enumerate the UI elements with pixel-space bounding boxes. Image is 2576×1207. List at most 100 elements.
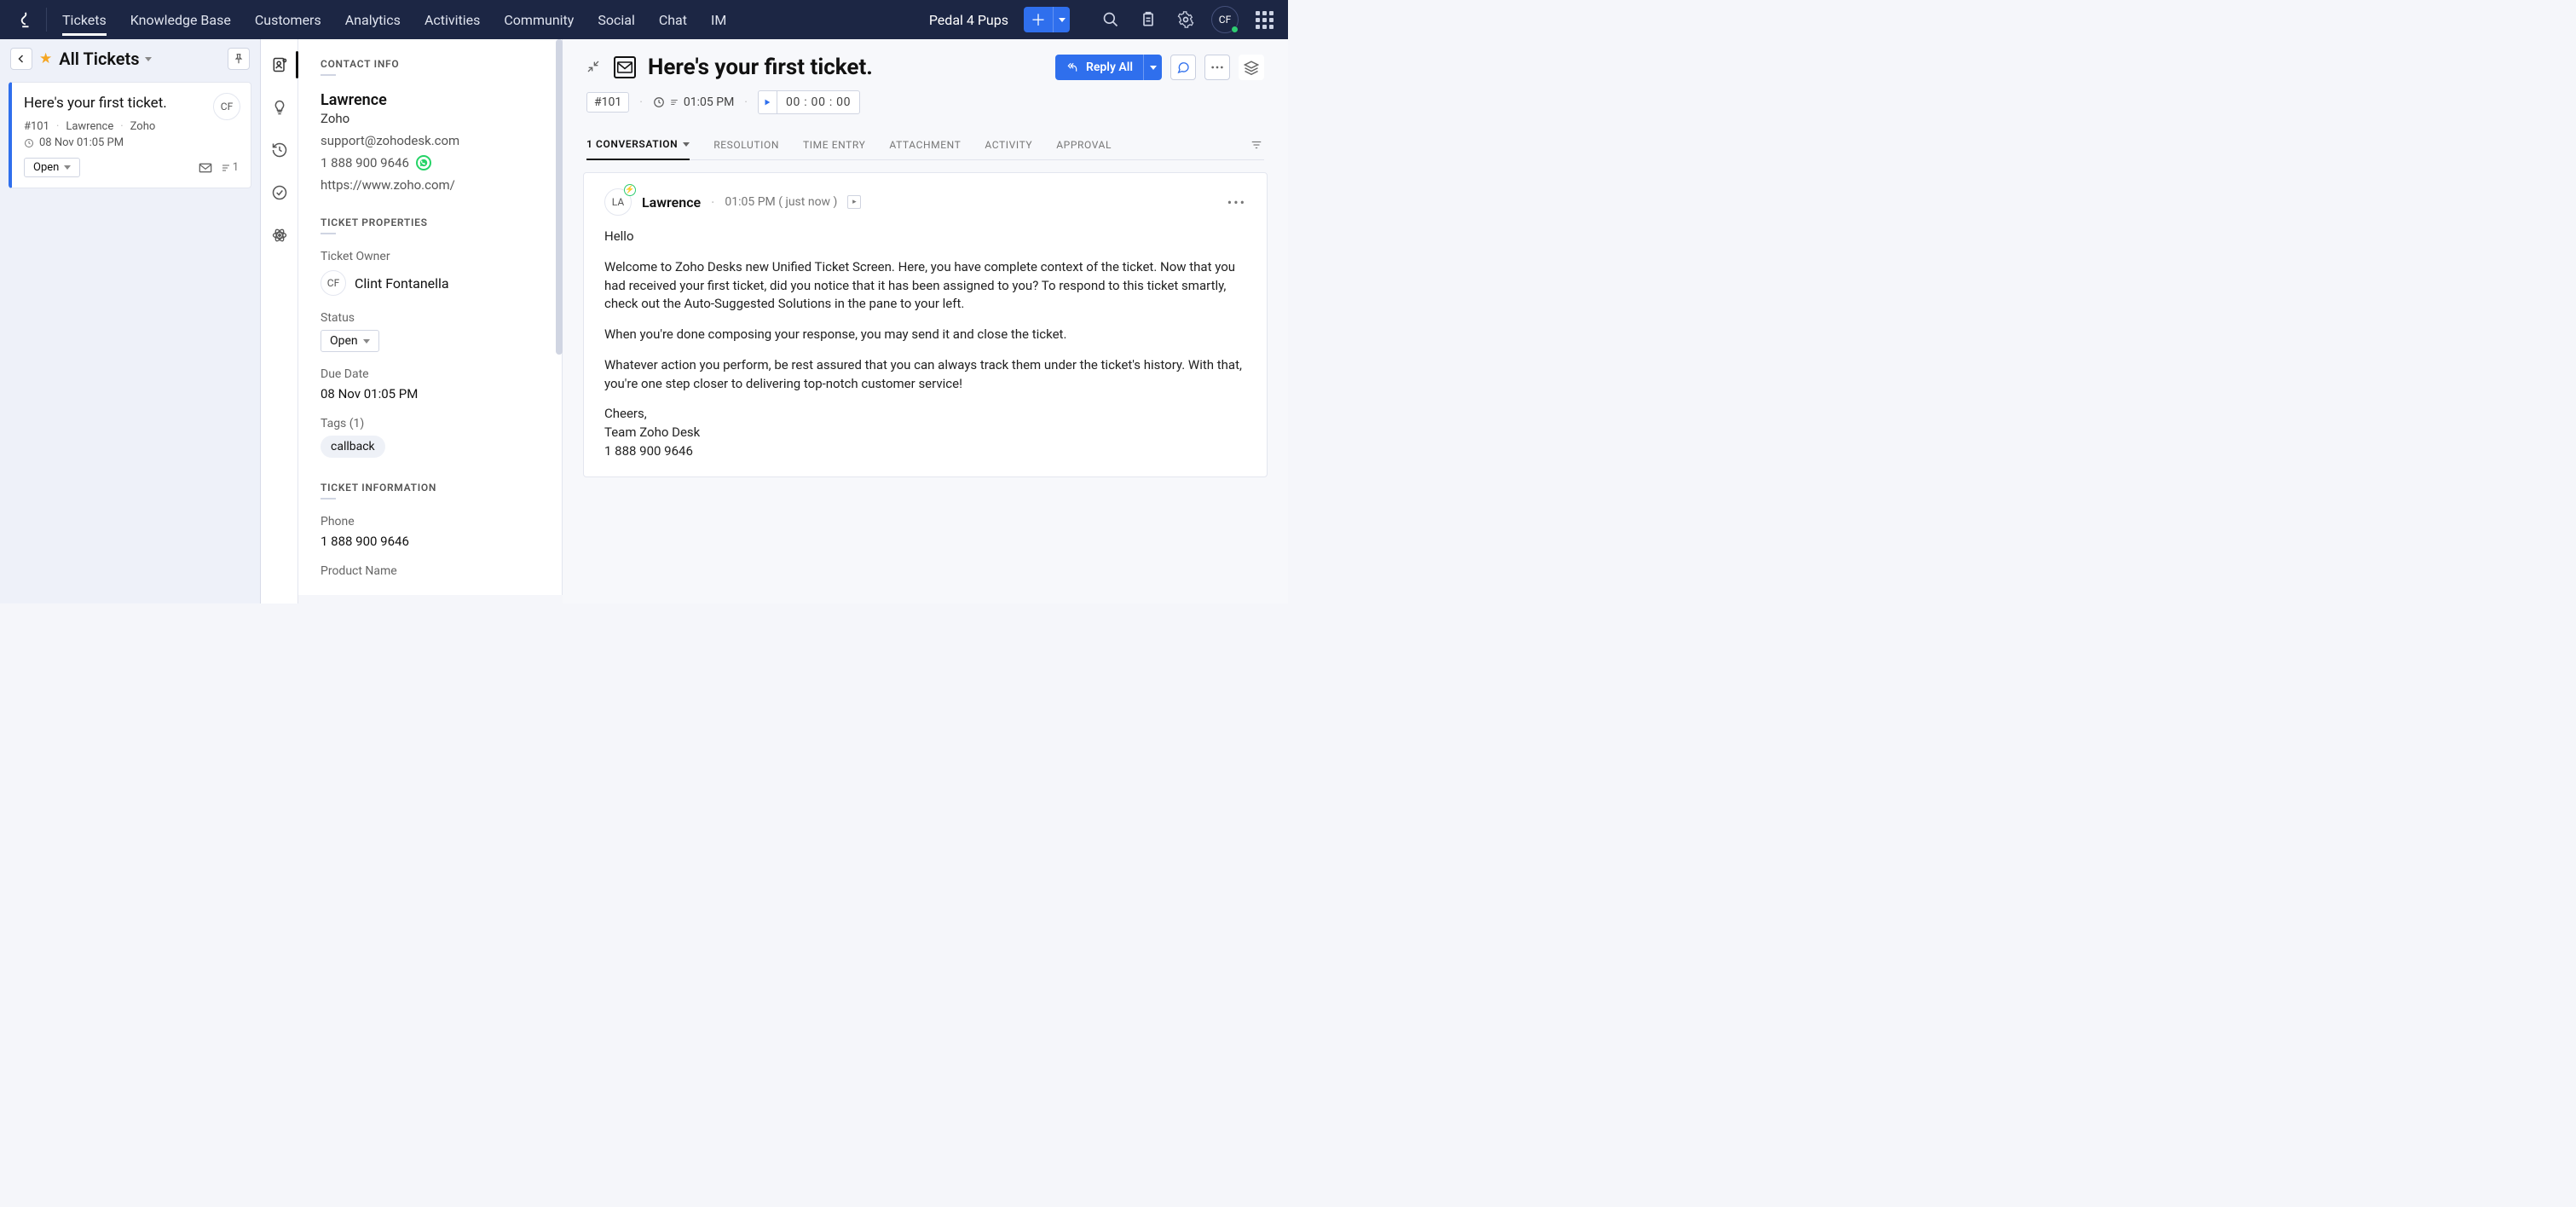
add-caret[interactable]	[1053, 7, 1070, 32]
tab-approval[interactable]: APPROVAL	[1056, 130, 1112, 159]
rail-history-icon[interactable]	[269, 140, 290, 160]
conversation-author[interactable]: Lawrence	[642, 194, 701, 211]
conversation-header: LA ⚡ Lawrence · 01:05 PM ( just now ) ▸ …	[604, 188, 1246, 216]
clock-icon	[24, 138, 34, 148]
nav-divider	[46, 8, 47, 32]
view-title[interactable]: All Tickets	[59, 49, 151, 69]
ticket-owner-avatar: CF	[213, 93, 240, 120]
tag-chip[interactable]: callback	[321, 436, 385, 458]
rail-bulb-icon[interactable]	[269, 97, 290, 118]
tab-caret-icon	[683, 142, 690, 147]
back-button[interactable]	[10, 48, 32, 70]
ticket-id: #101	[24, 120, 49, 133]
main-layout: ★ All Tickets CF Here's your first ticke…	[0, 39, 1288, 604]
contact-company[interactable]: Zoho	[321, 111, 540, 126]
conv-sig1: Cheers,	[604, 406, 647, 421]
whatsapp-icon[interactable]	[416, 155, 431, 170]
apps-grid-icon[interactable]	[1252, 8, 1276, 32]
rail-contact-icon[interactable]	[269, 55, 290, 75]
nav-tickets[interactable]: Tickets	[62, 2, 107, 38]
tab-resolution[interactable]: RESOLUTION	[713, 130, 779, 159]
nav-customers[interactable]: Customers	[255, 2, 321, 38]
plus-icon: ＋	[1024, 7, 1053, 32]
comment-button[interactable]	[1170, 55, 1196, 80]
more-actions-button[interactable]	[1204, 55, 1230, 80]
reply-caret[interactable]	[1143, 55, 1162, 80]
list-header: ★ All Tickets	[0, 39, 260, 78]
tab-timeentry[interactable]: TIME ENTRY	[803, 130, 865, 159]
info-phone-label: Phone	[321, 515, 540, 528]
view-caret-icon	[145, 57, 152, 61]
rail-atom-icon[interactable]	[269, 225, 290, 245]
ticket-list-pane: ★ All Tickets CF Here's your first ticke…	[0, 39, 261, 604]
contact-phone[interactable]: 1 888 900 9646	[321, 155, 409, 170]
owner-row[interactable]: CF Clint Fontanella	[321, 270, 540, 296]
thread-count: 1	[221, 161, 239, 174]
rail-approval-icon[interactable]	[269, 182, 290, 203]
settings-icon[interactable]	[1174, 8, 1198, 32]
star-icon[interactable]: ★	[39, 50, 52, 67]
contact-section-title: CONTACT INFO	[321, 58, 540, 76]
nav-kb[interactable]: Knowledge Base	[130, 2, 231, 38]
timer[interactable]: 00 : 00 : 00	[758, 90, 860, 114]
ticket-title: Here's your first ticket.	[648, 55, 873, 80]
nav-social[interactable]: Social	[598, 2, 634, 38]
tab-activity[interactable]: ACTIVITY	[985, 130, 1032, 159]
status-value: Open	[330, 334, 358, 348]
clock-due-icon	[653, 96, 665, 108]
tab-attachment[interactable]: ATTACHMENT	[889, 130, 961, 159]
user-avatar[interactable]: CF	[1211, 6, 1239, 33]
search-icon[interactable]	[1099, 8, 1123, 32]
due-value[interactable]: 08 Nov 01:05 PM	[321, 386, 540, 401]
conversation-card: LA ⚡ Lawrence · 01:05 PM ( just now ) ▸ …	[583, 172, 1268, 477]
tabs-filter-icon[interactable]	[1249, 130, 1264, 159]
conversation-body: Hello Welcome to Zoho Desks new Unified …	[604, 228, 1246, 461]
avatar-initials: CF	[1219, 14, 1231, 26]
conv-p1: Welcome to Zoho Desks new Unified Ticket…	[604, 258, 1246, 314]
timer-play-icon[interactable]	[759, 91, 777, 113]
ticket-created-time: 01:05 PM	[684, 95, 734, 109]
nav-im[interactable]: IM	[711, 2, 726, 38]
owner-name: Clint Fontanella	[355, 275, 449, 292]
info-product-label: Product Name	[321, 564, 540, 578]
ticket-requester: Lawrence	[66, 120, 113, 133]
pin-button[interactable]	[228, 48, 250, 70]
expand-icon[interactable]: ▸	[847, 195, 861, 209]
bolt-badge-icon: ⚡	[624, 184, 636, 196]
conversation-more-icon[interactable]: •••	[1227, 194, 1246, 211]
nav-chat[interactable]: Chat	[659, 2, 687, 38]
contact-name[interactable]: Lawrence	[321, 91, 540, 109]
reply-icon	[1066, 61, 1079, 73]
conv-greeting: Hello	[604, 228, 1246, 246]
info-section-title: TICKET INFORMATION	[321, 482, 540, 500]
properties-scrollbar[interactable]	[556, 39, 563, 355]
contact-url[interactable]: https://www.zoho.com/	[321, 177, 540, 193]
status-select[interactable]: Open	[321, 330, 379, 352]
ticket-card[interactable]: CF Here's your first ticket. #101· Lawre…	[9, 82, 251, 188]
global-add-button[interactable]: ＋	[1024, 7, 1070, 32]
top-nav: Tickets Knowledge Base Customers Analyti…	[0, 0, 1288, 39]
clipboard-icon[interactable]	[1136, 8, 1160, 32]
tab-conversation[interactable]: 1 CONVERSATION	[586, 130, 690, 160]
workspace-name[interactable]: Pedal 4 Pups	[929, 12, 1008, 28]
presence-dot	[1231, 26, 1239, 33]
conv-p3: Whatever action you perform, be rest ass…	[604, 356, 1246, 394]
ticket-pane: Here's your first ticket. Reply All	[563, 39, 1288, 604]
collapse-icon[interactable]	[586, 60, 602, 75]
ticket-tabs: 1 CONVERSATION RESOLUTION TIME ENTRY ATT…	[586, 130, 1264, 160]
layers-icon[interactable]	[1239, 55, 1264, 80]
conv-sig2: Team Zoho Desk	[604, 424, 700, 440]
nav-activities[interactable]: Activities	[425, 2, 480, 38]
owner-avatar: CF	[321, 270, 346, 296]
nav-analytics[interactable]: Analytics	[345, 2, 401, 38]
ticket-id-pill[interactable]: #101	[586, 92, 629, 113]
brand-logo[interactable]	[12, 8, 36, 32]
info-phone-value[interactable]: 1 888 900 9646	[321, 534, 540, 549]
contact-email[interactable]: support@zohodesk.com	[321, 133, 540, 148]
ticket-meta: #101· Lawrence· Zoho	[24, 120, 239, 133]
ticket-company: Zoho	[130, 120, 156, 133]
reply-all-button[interactable]: Reply All	[1055, 55, 1162, 80]
nav-community[interactable]: Community	[504, 2, 574, 38]
ticket-status-select[interactable]: Open	[24, 158, 80, 177]
due-label: Due Date	[321, 367, 540, 381]
